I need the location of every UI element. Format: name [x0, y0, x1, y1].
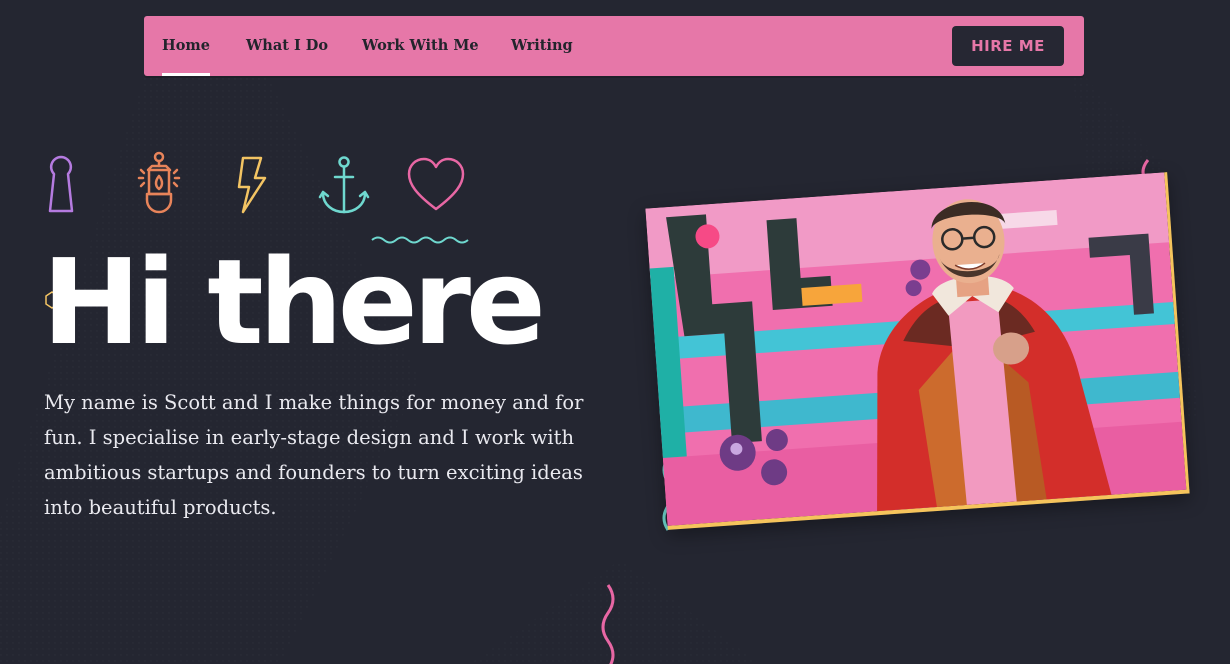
squiggle-decoration	[601, 584, 615, 664]
heart-icon	[407, 157, 465, 211]
lightning-bolt-icon	[237, 156, 267, 214]
hero-headline: Hi there	[42, 233, 546, 371]
nav-link-writing[interactable]: Writing	[511, 16, 573, 76]
portrait-image	[645, 172, 1187, 526]
top-navigation-bar: Home What I Do Work With Me Writing HIRE…	[144, 16, 1084, 76]
nav-link-home[interactable]: Home	[162, 16, 210, 76]
hero-intro-text: My name is Scott and I make things for m…	[44, 391, 584, 519]
lantern-icon	[137, 151, 181, 214]
keyhole-icon	[48, 155, 74, 213]
portrait-photo	[645, 172, 1190, 530]
nav-link-work-with-me[interactable]: Work With Me	[362, 16, 479, 76]
hire-me-button[interactable]: HIRE ME	[952, 26, 1064, 66]
anchor-icon	[318, 156, 370, 214]
nav-link-what-i-do[interactable]: What I Do	[246, 16, 328, 76]
